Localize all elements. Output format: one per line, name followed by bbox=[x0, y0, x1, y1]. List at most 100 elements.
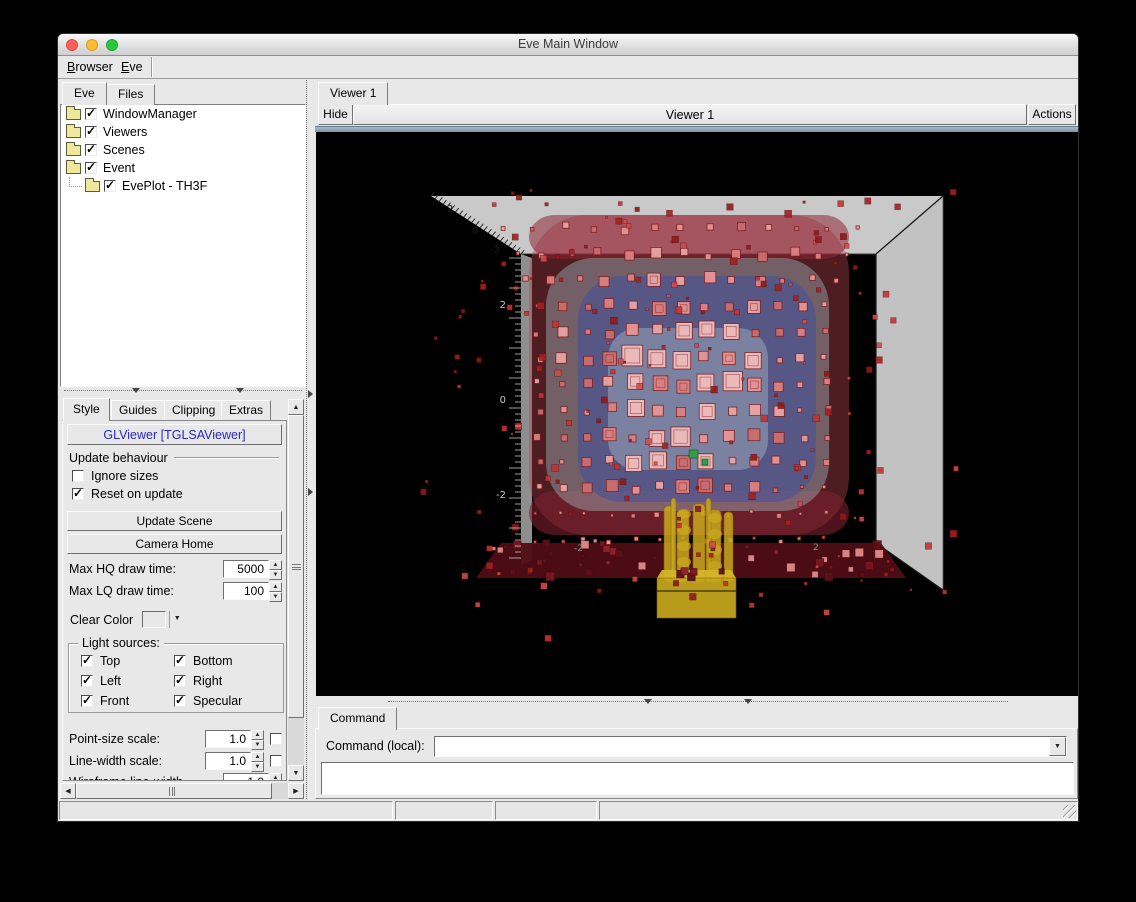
update-scene-button[interactable]: Update Scene bbox=[67, 511, 282, 531]
titlebar[interactable]: Eve Main Window bbox=[58, 34, 1078, 56]
tree-item-scenes[interactable]: ✓ Scenes bbox=[61, 141, 305, 159]
hide-button[interactable]: Hide bbox=[318, 104, 353, 125]
menu-browser[interactable]: Browser bbox=[67, 60, 113, 74]
th3f-box-plot[interactable]: 20-2-2220-2 bbox=[316, 132, 1078, 696]
combo-dropdown-icon[interactable]: ▼ bbox=[1049, 737, 1066, 756]
light-specular-option[interactable]: ✓ Specular bbox=[174, 694, 242, 708]
ignore-sizes-option[interactable]: Ignore sizes bbox=[72, 469, 158, 483]
tab-viewer-1[interactable]: Viewer 1 bbox=[318, 82, 388, 105]
camera-home-button[interactable]: Camera Home bbox=[67, 534, 282, 554]
menu-eve[interactable]: Eve bbox=[121, 60, 143, 74]
tree-item-viewers[interactable]: ✓ Viewers bbox=[61, 123, 305, 141]
tree-item-label[interactable]: Event bbox=[101, 161, 135, 175]
max-hq-value[interactable]: 5000 bbox=[223, 560, 269, 578]
checkbox[interactable]: ✓ bbox=[174, 655, 186, 667]
wireframe-value[interactable]: 1.0 bbox=[223, 773, 269, 781]
checkbox[interactable]: ✓ bbox=[174, 695, 186, 707]
folder-icon bbox=[85, 181, 100, 192]
max-lq-value[interactable]: 100 bbox=[223, 582, 269, 600]
spin-down-icon[interactable]: ▼ bbox=[251, 740, 264, 750]
clear-color-swatch[interactable] bbox=[142, 611, 166, 628]
scroll-right-button[interactable]: ▶ bbox=[288, 783, 304, 799]
checkbox[interactable]: ✓ bbox=[104, 180, 116, 192]
checkbox[interactable]: ✓ bbox=[72, 488, 84, 500]
spin-up-icon[interactable]: ▲ bbox=[251, 752, 264, 762]
actions-button[interactable]: Actions bbox=[1028, 104, 1076, 125]
tab-files[interactable]: Files bbox=[106, 84, 155, 105]
point-size-spinner[interactable]: 1.0 ▲▼ bbox=[205, 730, 264, 748]
checkbox[interactable]: ✓ bbox=[81, 695, 93, 707]
tree-item-label[interactable]: WindowManager bbox=[101, 107, 197, 121]
light-front-option[interactable]: ✓ Front bbox=[81, 694, 129, 708]
scrollbar-grip bbox=[169, 787, 175, 796]
tab-extras[interactable]: Extras bbox=[221, 400, 271, 420]
style-panel-scrollbar[interactable]: ▲ ▼ bbox=[288, 399, 304, 781]
splitter-tree-style[interactable] bbox=[64, 387, 302, 395]
splitter-left-viewer[interactable] bbox=[306, 80, 315, 799]
checkbox[interactable]: ✓ bbox=[81, 675, 93, 687]
spin-down-icon[interactable]: ▼ bbox=[251, 762, 264, 772]
spin-down-icon[interactable]: ▼ bbox=[269, 592, 282, 602]
scroll-down-button[interactable]: ▼ bbox=[288, 765, 304, 781]
glviewer-button[interactable]: GLViewer [TGLSAViewer] bbox=[67, 424, 282, 445]
gl-viewport[interactable]: 20-2-2220-2 bbox=[316, 132, 1078, 696]
tab-eve[interactable]: Eve bbox=[62, 82, 107, 105]
tab-clipping[interactable]: Clipping bbox=[164, 400, 223, 420]
light-top-option[interactable]: ✓ Top bbox=[81, 654, 120, 668]
light-right-option[interactable]: ✓ Right bbox=[174, 674, 222, 688]
resize-grip[interactable] bbox=[1063, 805, 1076, 818]
status-segment bbox=[59, 801, 393, 820]
tab-style[interactable]: Style bbox=[63, 398, 110, 421]
light-bottom-option[interactable]: ✓ Bottom bbox=[174, 654, 233, 668]
spin-up-icon[interactable]: ▲ bbox=[269, 582, 282, 592]
checkbox[interactable] bbox=[270, 755, 282, 767]
command-output[interactable] bbox=[321, 762, 1074, 795]
reset-on-update-option[interactable]: ✓ Reset on update bbox=[72, 487, 183, 501]
spin-up-icon[interactable]: ▲ bbox=[251, 730, 264, 740]
line-width-spinner[interactable]: 1.0 ▲▼ bbox=[205, 752, 264, 770]
tab-command[interactable]: Command bbox=[318, 707, 397, 730]
tree-item-windowmanager[interactable]: ✓ WindowManager bbox=[61, 105, 305, 123]
tree-item-label[interactable]: EvePlot - TH3F bbox=[120, 179, 207, 193]
splitter-viewer-command[interactable] bbox=[388, 698, 1008, 706]
reset-on-update-label: Reset on update bbox=[91, 487, 183, 501]
command-combobox[interactable]: ▼ bbox=[434, 736, 1067, 757]
checkbox[interactable]: ✓ bbox=[85, 162, 97, 174]
command-label: Command (local): bbox=[326, 739, 425, 753]
checkbox[interactable]: ✓ bbox=[174, 675, 186, 687]
tree-item-eveplot-th3f[interactable]: ✓ EvePlot - TH3F bbox=[61, 177, 305, 195]
checkbox[interactable] bbox=[72, 470, 84, 482]
scrollbar-grip bbox=[292, 564, 301, 570]
checkbox[interactable]: ✓ bbox=[85, 126, 97, 138]
line-width-value[interactable]: 1.0 bbox=[205, 752, 251, 770]
svg-text:-2: -2 bbox=[574, 544, 583, 554]
line-width-row: Line-width scale: 1.0 ▲▼ bbox=[69, 752, 282, 770]
tree-item-event[interactable]: ✓ Event bbox=[61, 159, 305, 177]
command-input[interactable] bbox=[435, 737, 1049, 756]
spin-up-icon[interactable]: ▲ bbox=[269, 773, 282, 781]
light-left-option[interactable]: ✓ Left bbox=[81, 674, 121, 688]
max-lq-spinner[interactable]: 100 ▲▼ bbox=[223, 582, 282, 600]
tree-item-label[interactable]: Scenes bbox=[101, 143, 145, 157]
checkbox[interactable]: ✓ bbox=[85, 144, 97, 156]
tree-item-label[interactable]: Viewers bbox=[101, 125, 147, 139]
color-dropdown-icon[interactable]: ▼ bbox=[169, 611, 184, 628]
tab-guides[interactable]: Guides bbox=[111, 400, 165, 420]
scroll-left-button[interactable]: ◀ bbox=[60, 783, 76, 799]
max-hq-spinner[interactable]: 5000 ▲▼ bbox=[223, 560, 282, 578]
scroll-up-button[interactable]: ▲ bbox=[288, 399, 304, 415]
clear-color-row: Clear Color ▼ bbox=[70, 611, 184, 628]
point-size-value[interactable]: 1.0 bbox=[205, 730, 251, 748]
wireframe-spinner[interactable]: 1.0 ▲▼ bbox=[223, 773, 282, 781]
viewer-title-bar[interactable]: Viewer 1 bbox=[353, 104, 1027, 125]
scrollbar-thumb[interactable] bbox=[288, 415, 304, 718]
scrollbar-thumb[interactable] bbox=[76, 783, 272, 799]
spin-up-icon[interactable]: ▲ bbox=[269, 560, 282, 570]
checkbox[interactable]: ✓ bbox=[81, 655, 93, 667]
spin-down-icon[interactable]: ▼ bbox=[269, 570, 282, 580]
left-panel-hscrollbar[interactable]: ◀ ▶ bbox=[60, 783, 304, 799]
checkbox[interactable]: ✓ bbox=[85, 108, 97, 120]
checkbox[interactable] bbox=[270, 733, 282, 745]
light-left-label: Left bbox=[100, 674, 121, 688]
menubar-separator bbox=[151, 57, 153, 77]
